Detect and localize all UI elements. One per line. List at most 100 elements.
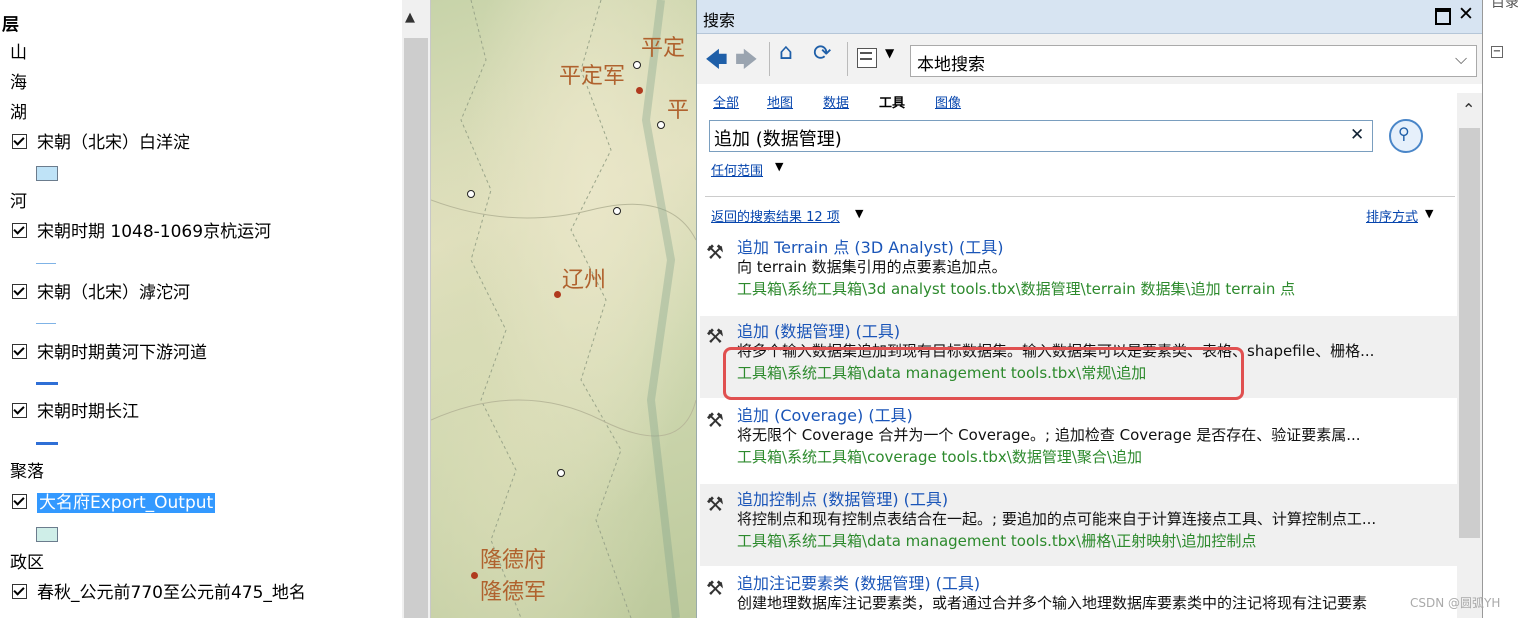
search-input[interactable]: 追加 (数据管理) ✕ bbox=[709, 120, 1373, 152]
map-point bbox=[613, 207, 621, 215]
map-view[interactable]: 平定 平定军 平 辽州 隆德府 隆德军 bbox=[431, 0, 696, 618]
map-label: 平 bbox=[667, 98, 690, 123]
toc-group-label: 海 bbox=[10, 73, 27, 93]
toc-layer-label: 宋朝（北宋）白洋淀 bbox=[37, 133, 190, 153]
map-point bbox=[557, 469, 565, 477]
toolbar-divider bbox=[847, 42, 848, 76]
toc-layer-baiyangdian[interactable]: 宋朝（北宋）白洋淀 bbox=[12, 131, 190, 155]
result-path: 工具箱\系统工具箱\coverage tools.tbx\数据管理\聚合\追加 bbox=[737, 448, 1142, 466]
layer-visibility-checkbox[interactable] bbox=[12, 402, 27, 418]
list-view-icon[interactable] bbox=[857, 48, 877, 68]
layer-visibility-checkbox[interactable] bbox=[12, 222, 27, 238]
search-title: 搜索 bbox=[703, 11, 736, 30]
toc-layer-canal[interactable]: 宋朝时期 1048-1069京杭运河 bbox=[12, 220, 271, 244]
result-title[interactable]: 追加控制点 (数据管理) (工具) bbox=[737, 486, 948, 510]
chevron-down-icon[interactable]: ▼ bbox=[1425, 207, 1433, 220]
hammer-icon: ⚒ bbox=[706, 408, 724, 432]
catalog-panel: 目录 − bbox=[1482, 0, 1518, 618]
catalog-title: 目录 bbox=[1491, 0, 1518, 11]
tab-images[interactable]: 图像 bbox=[935, 92, 961, 111]
scroll-up-arrow-icon[interactable]: ▲ bbox=[405, 10, 415, 25]
layer-visibility-checkbox[interactable] bbox=[12, 493, 27, 509]
result-item[interactable]: ⚒ 追加控制点 (数据管理) (工具) 将控制点和现有控制点表结合在一起。; 要… bbox=[700, 484, 1457, 566]
layer-symbol-line bbox=[36, 263, 56, 264]
result-description: 将控制点和现有控制点表结合在一起。; 要追加的点可能来自于计算连接点工具、计算控… bbox=[737, 510, 1377, 528]
hammer-icon: ⚒ bbox=[706, 576, 724, 600]
toc-layer-label-selected: 大名府Export_Output bbox=[37, 493, 216, 513]
toc-layer-label: 春秋_公元前770至公元前475_地名 bbox=[37, 583, 306, 603]
results-scrollbar-thumb[interactable] bbox=[1459, 128, 1480, 538]
layer-visibility-checkbox[interactable] bbox=[12, 343, 27, 359]
hammer-icon: ⚒ bbox=[706, 324, 724, 348]
layer-symbol-line bbox=[36, 382, 58, 385]
map-point bbox=[633, 61, 641, 69]
toc-group-label: 湖 bbox=[10, 103, 27, 123]
tab-data[interactable]: 数据 bbox=[823, 92, 849, 111]
chevron-down-icon[interactable]: ▼ bbox=[885, 46, 894, 60]
chevron-down-icon[interactable]: ⌵ bbox=[1455, 49, 1467, 69]
sort-link[interactable]: 排序方式 bbox=[1366, 206, 1418, 225]
toc-layer-hutuo-river[interactable]: 宋朝（北宋）滹沱河 bbox=[12, 281, 190, 305]
layer-visibility-checkbox[interactable] bbox=[12, 133, 27, 149]
tab-maps[interactable]: 地图 bbox=[767, 92, 793, 111]
layer-visibility-checkbox[interactable] bbox=[12, 583, 27, 599]
result-item[interactable]: ⚒ 追加 Terrain 点 (3D Analyst) (工具) 向 terra… bbox=[700, 232, 1457, 314]
toc-layer-label: 宋朝时期黄河下游河道 bbox=[37, 343, 207, 363]
toc-scrollbar-thumb[interactable] bbox=[404, 38, 428, 618]
back-arrow-icon[interactable]: 🡄 bbox=[705, 43, 728, 81]
result-title[interactable]: 追加 (数据管理) (工具) bbox=[737, 318, 900, 342]
toc-layer-daming[interactable]: 大名府Export_Output bbox=[12, 491, 216, 515]
map-label: 平定军 bbox=[559, 64, 626, 89]
home-icon[interactable]: ⌂ bbox=[779, 40, 793, 65]
collapse-icon[interactable]: − bbox=[1491, 46, 1503, 58]
result-title[interactable]: 追加注记要素类 (数据管理) (工具) bbox=[737, 570, 980, 594]
toc-group-sea[interactable]: 海 bbox=[10, 71, 27, 95]
map-point bbox=[636, 87, 643, 94]
table-of-contents-panel: 层 山 海 湖 宋朝（北宋）白洋淀 河 宋朝时期 1048-1069京杭运河 宋… bbox=[0, 0, 431, 618]
tab-all[interactable]: 全部 bbox=[713, 92, 739, 111]
map-label: 辽州 bbox=[562, 268, 607, 293]
search-icon: ⚲ bbox=[1398, 124, 1410, 143]
result-description: 向 terrain 数据集引用的点要素追加点。 bbox=[737, 258, 1007, 276]
toc-group-label: 聚落 bbox=[10, 462, 44, 482]
toc-layer-label: 宋朝（北宋）滹沱河 bbox=[37, 283, 190, 303]
chevron-down-icon[interactable]: ▼ bbox=[855, 207, 863, 220]
toc-title: 层 bbox=[2, 15, 19, 35]
toc-layer-chunqiu[interactable]: 春秋_公元前770至公元前475_地名 bbox=[12, 581, 306, 605]
result-title[interactable]: 追加 Terrain 点 (3D Analyst) (工具) bbox=[737, 234, 1003, 258]
divider bbox=[705, 196, 1455, 197]
search-scope-select[interactable]: 本地搜索 ⌵ bbox=[910, 45, 1477, 77]
toc-layer-yangtze[interactable]: 宋朝时期长江 bbox=[12, 400, 139, 424]
tab-tools[interactable]: 工具 bbox=[879, 92, 905, 111]
toc-layer-yellow-river[interactable]: 宋朝时期黄河下游河道 bbox=[12, 341, 207, 365]
range-link[interactable]: 任何范围 bbox=[711, 160, 763, 179]
results-count[interactable]: 返回的搜索结果 12 项 bbox=[711, 206, 840, 225]
toc-group-lake[interactable]: 湖 bbox=[10, 101, 27, 125]
toc-group-mountain[interactable]: 山 bbox=[10, 41, 27, 65]
layer-symbol-swatch bbox=[36, 527, 58, 542]
map-label: 平定 bbox=[641, 36, 686, 61]
toc-group-admin[interactable]: 政区 bbox=[10, 551, 44, 575]
layer-visibility-checkbox[interactable] bbox=[12, 283, 27, 299]
toolbar-divider bbox=[769, 42, 770, 76]
search-scope-value: 本地搜索 bbox=[917, 55, 985, 75]
map-point bbox=[554, 291, 561, 298]
layer-symbol-line bbox=[36, 442, 58, 445]
toc-group-settlement[interactable]: 聚落 bbox=[10, 460, 44, 484]
layer-symbol-swatch bbox=[36, 166, 58, 181]
forward-arrow-icon[interactable]: 🡆 bbox=[735, 43, 758, 81]
scroll-up-arrow-icon[interactable]: ⌃ bbox=[1462, 100, 1475, 119]
close-icon[interactable]: ✕ bbox=[1458, 3, 1474, 25]
result-path: 工具箱\系统工具箱\3d analyst tools.tbx\数据管理\terr… bbox=[737, 280, 1296, 298]
search-button[interactable]: ⚲ bbox=[1389, 119, 1423, 153]
result-item[interactable]: ⚒ 追加注记要素类 (数据管理) (工具) 创建地理数据库注记要素类，或者通过合… bbox=[700, 568, 1457, 618]
maximize-icon[interactable] bbox=[1435, 8, 1451, 25]
hammer-icon: ⚒ bbox=[706, 240, 724, 264]
chevron-down-icon[interactable]: ▼ bbox=[775, 160, 783, 173]
toc-group-river[interactable]: 河 bbox=[10, 190, 27, 214]
result-item[interactable]: ⚒ 追加 (Coverage) (工具) 将无限个 Coverage 合并为一个… bbox=[700, 400, 1457, 482]
result-title[interactable]: 追加 (Coverage) (工具) bbox=[737, 402, 913, 426]
clear-icon[interactable]: ✕ bbox=[1350, 125, 1364, 145]
refresh-icon[interactable]: ⟳ bbox=[813, 41, 831, 66]
search-title-bar: 搜索 ✕ bbox=[697, 0, 1482, 34]
